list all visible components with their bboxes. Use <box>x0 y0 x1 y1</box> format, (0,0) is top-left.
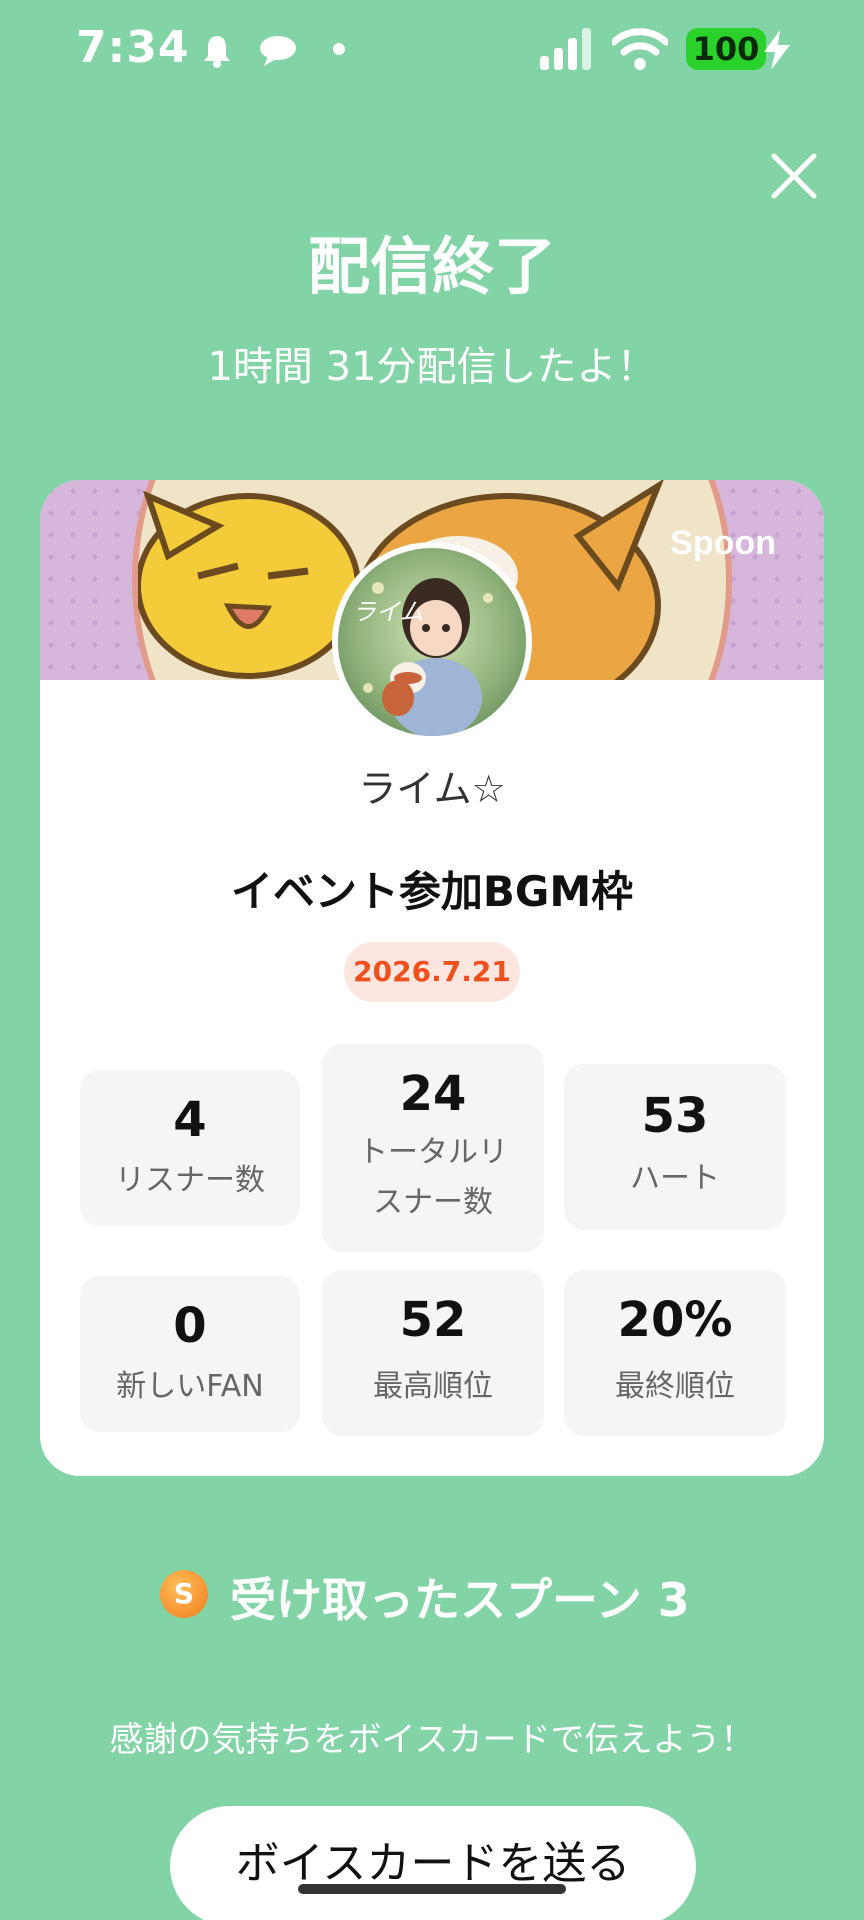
stat-listeners: 4 リスナー数 <box>80 1070 300 1226</box>
status-bar: 7:34 100 <box>0 0 864 100</box>
dot-icon <box>333 43 345 55</box>
stat-label: リスナー数 <box>115 1163 265 1198</box>
wifi-icon <box>612 28 668 70</box>
avatar[interactable]: ライム <box>332 542 532 742</box>
stat-value: 4 <box>173 1092 207 1148</box>
stat-value: 53 <box>641 1088 709 1144</box>
stat-highest-rank: 52 最高順位 <box>322 1270 544 1436</box>
home-indicator[interactable] <box>298 1884 566 1894</box>
spoons-received-text: 受け取ったスプーン 3 <box>230 1573 690 1627</box>
close-icon[interactable] <box>764 146 824 206</box>
signal-icon <box>540 28 591 70</box>
stat-label: 最終順位 <box>615 1369 735 1404</box>
stat-label: ハート <box>630 1161 720 1196</box>
thanks-message: 感謝の気持ちをボイスカードで伝えよう！ <box>109 1720 755 1760</box>
live-title: イベント参加BGM枠 <box>230 867 634 916</box>
stat-value: 0 <box>173 1298 207 1354</box>
status-time: 7:34 <box>76 22 190 73</box>
broadcast-duration: 1時間 31分配信したよ！ <box>207 344 657 390</box>
stat-total-listeners: 24 トータルリ スナー数 <box>322 1044 544 1252</box>
avatar-illustration <box>363 578 493 736</box>
stat-label-line2: スナー数 <box>373 1185 493 1220</box>
charging-bolt-icon <box>764 30 790 70</box>
bell-icon <box>204 36 230 68</box>
stat-hearts: 53 ハート <box>564 1064 786 1230</box>
username: ライム☆ <box>358 767 506 811</box>
page-title: 配信終了 <box>307 230 556 303</box>
chat-bubble-icon <box>260 36 296 66</box>
stat-new-fans: 0 新しいFAN <box>80 1276 300 1432</box>
stat-label: 最高順位 <box>373 1369 493 1404</box>
summary-card: Spoon ライム ライム☆ イベント参加BGM枠 2026.7.21 4 リス… <box>40 480 824 1476</box>
stat-value: 20% <box>617 1292 733 1348</box>
spoon-coin-icon: S <box>160 1570 208 1618</box>
spoon-logo: Spoon <box>670 524 776 562</box>
stat-label-line1: トータルリ <box>358 1135 508 1170</box>
send-voice-card-button[interactable]: ボイスカードを送る <box>170 1806 696 1920</box>
spoons-received: S 受け取ったスプーン 3 <box>0 1560 864 1630</box>
stat-value: 52 <box>399 1292 467 1348</box>
stat-final-rank: 20% 最終順位 <box>564 1270 786 1436</box>
stat-label: 新しいFAN <box>116 1369 264 1404</box>
date-badge: 2026.7.21 <box>344 942 520 1002</box>
avatar-label: ライム <box>352 598 424 626</box>
battery-icon: 100 <box>686 28 766 70</box>
stat-value: 24 <box>399 1066 467 1122</box>
